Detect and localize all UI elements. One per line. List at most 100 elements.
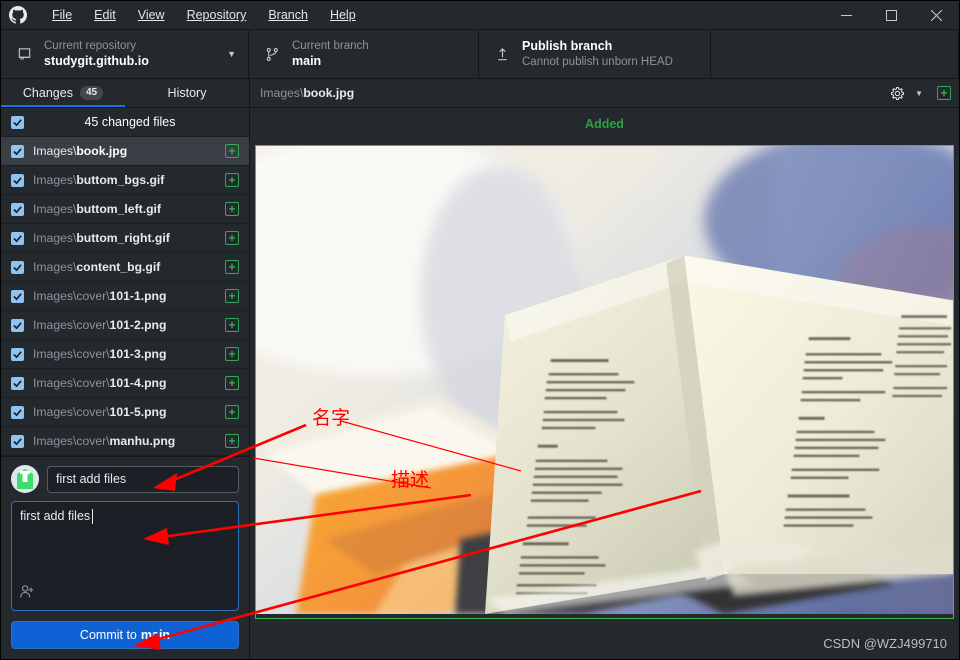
tab-history-label: History [167, 86, 207, 100]
commit-description-box[interactable] [11, 501, 239, 611]
status-badge: + [225, 434, 239, 448]
table-row[interactable]: Images\cover\101-1.png + [1, 282, 249, 311]
table-row[interactable]: Images\cover\101-5.png + [1, 398, 249, 427]
file-checkbox[interactable] [11, 318, 24, 332]
branch-icon [261, 47, 283, 62]
file-checkbox[interactable] [11, 173, 24, 187]
current-repository-button[interactable]: Current repository studygit.github.io ▼ [1, 30, 249, 78]
menu-branch-label: Branch [268, 8, 308, 22]
file-path-label: Images\cover\101-2.png [33, 318, 167, 332]
menu-repository[interactable]: Repository [176, 4, 258, 26]
menu-file-label: File [52, 8, 73, 22]
current-branch-value: main [292, 54, 322, 68]
menu-help-label: Help [329, 8, 356, 22]
table-row[interactable]: Images\content_bg.gif + [1, 253, 249, 282]
user-avatar-icon [11, 465, 39, 493]
add-person-icon[interactable] [19, 584, 35, 605]
maximize-icon[interactable] [869, 1, 914, 29]
table-row[interactable]: Images\cover\101-2.png + [1, 311, 249, 340]
commit-button-prefix: Commit to [79, 628, 137, 642]
file-checkbox[interactable] [11, 202, 24, 216]
file-checkbox[interactable] [11, 260, 24, 274]
status-badge: + [225, 347, 239, 361]
watermark: CSDN @WZJ499710 [823, 636, 947, 651]
commit-to-branch-button[interactable]: Commit to main [11, 621, 239, 649]
main-toolbar: Current repository studygit.github.io ▼ … [1, 29, 959, 79]
file-checkbox[interactable] [11, 231, 24, 245]
chevron-down-icon[interactable]: ▼ [915, 89, 923, 98]
file-path-dir: Images\ [260, 86, 304, 100]
file-rows-container: Images\book.jpg + Images\buttom_bgs.gif + Im… [1, 137, 249, 456]
toolbar-filler [711, 30, 959, 78]
menu-branch[interactable]: Branch [257, 4, 319, 26]
menu-view-label: View [137, 8, 165, 22]
table-row[interactable]: Images\cover\101-3.png + [1, 340, 249, 369]
text-caret [92, 509, 93, 524]
file-path-label: Images\book.jpg [33, 144, 128, 158]
status-badge: + [225, 173, 239, 187]
status-badge: + [225, 405, 239, 419]
main-body: Changes 45 History 45 changed files Imag… [1, 79, 959, 659]
upload-icon [491, 47, 513, 62]
file-checkbox[interactable] [11, 434, 24, 448]
window-controls [824, 1, 959, 29]
publish-branch-button[interactable]: Publish branch Cannot publish unborn HEA… [479, 30, 711, 78]
commit-description-input[interactable] [12, 502, 238, 610]
current-repository-value: studygit.github.io [44, 54, 149, 68]
table-row[interactable]: Images\cover\manhu.png + [1, 427, 249, 456]
close-icon[interactable] [914, 1, 959, 29]
file-path-label: Images\buttom_bgs.gif [33, 173, 165, 187]
file-path-label: Images\cover\101-5.png [33, 405, 167, 419]
diff-status-label: Added [585, 117, 624, 131]
file-checkbox[interactable] [11, 405, 24, 419]
tab-history[interactable]: History [125, 79, 249, 107]
menu-view[interactable]: View [127, 4, 176, 26]
commit-summary-row [11, 465, 239, 493]
tab-changes[interactable]: Changes 45 [1, 79, 125, 107]
repo-icon [13, 47, 35, 62]
file-checkbox[interactable] [11, 289, 24, 303]
commit-button-branch: main [140, 628, 171, 642]
changed-files-list: 45 changed files Images\book.jpg + Images\… [1, 108, 249, 456]
file-path-label: Images\cover\101-3.png [33, 347, 167, 361]
sidebar-tabs: Changes 45 History [1, 79, 249, 108]
status-badge: + [225, 289, 239, 303]
file-checkbox[interactable] [11, 376, 24, 390]
github-mark-icon [9, 6, 27, 24]
table-row[interactable]: Images\buttom_bgs.gif + [1, 166, 249, 195]
status-badge: + [225, 231, 239, 245]
select-all-checkbox[interactable] [11, 115, 24, 129]
table-row[interactable]: Images\buttom_left.gif + [1, 195, 249, 224]
plus-box-icon[interactable]: + [937, 86, 951, 100]
file-path-label: Images\buttom_left.gif [33, 202, 161, 216]
table-row[interactable]: Images\book.jpg + [1, 137, 249, 166]
status-badge: + [225, 144, 239, 158]
table-row[interactable]: Images\cover\101-4.png + [1, 369, 249, 398]
changed-files-count: 45 changed files [84, 115, 176, 129]
status-badge: + [225, 202, 239, 216]
commit-summary-input[interactable] [47, 465, 239, 493]
file-checkbox[interactable] [11, 347, 24, 361]
status-badge: + [225, 260, 239, 274]
file-path-label: Images\buttom_right.gif [33, 231, 170, 245]
menu-edit[interactable]: Edit [83, 4, 127, 26]
minimize-icon[interactable] [824, 1, 869, 29]
current-branch-button[interactable]: Current branch main [249, 30, 479, 78]
file-checkbox[interactable] [11, 144, 24, 158]
tab-changes-label: Changes [22, 86, 73, 100]
file-path-label: Images\cover\101-4.png [33, 376, 167, 390]
file-path-label: Images\cover\101-1.png [33, 289, 167, 303]
menu-help[interactable]: Help [319, 4, 367, 26]
file-path-label: Images\cover\manhu.png [33, 434, 176, 448]
github-desktop-window: File Edit View Repository Branch Help Cu… [0, 0, 960, 660]
table-row[interactable]: Images\buttom_right.gif + [1, 224, 249, 253]
status-badge: + [225, 318, 239, 332]
gear-icon[interactable] [890, 86, 905, 101]
sidebar: Changes 45 History 45 changed files Imag… [1, 79, 250, 659]
menu-file[interactable]: File [41, 4, 83, 26]
menu-bar: File Edit View Repository Branch Help [41, 4, 367, 26]
menu-repository-label: Repository [186, 8, 247, 22]
tab-changes-badge: 45 [79, 86, 104, 100]
status-badge: + [225, 376, 239, 390]
chevron-down-icon: ▼ [227, 48, 236, 59]
